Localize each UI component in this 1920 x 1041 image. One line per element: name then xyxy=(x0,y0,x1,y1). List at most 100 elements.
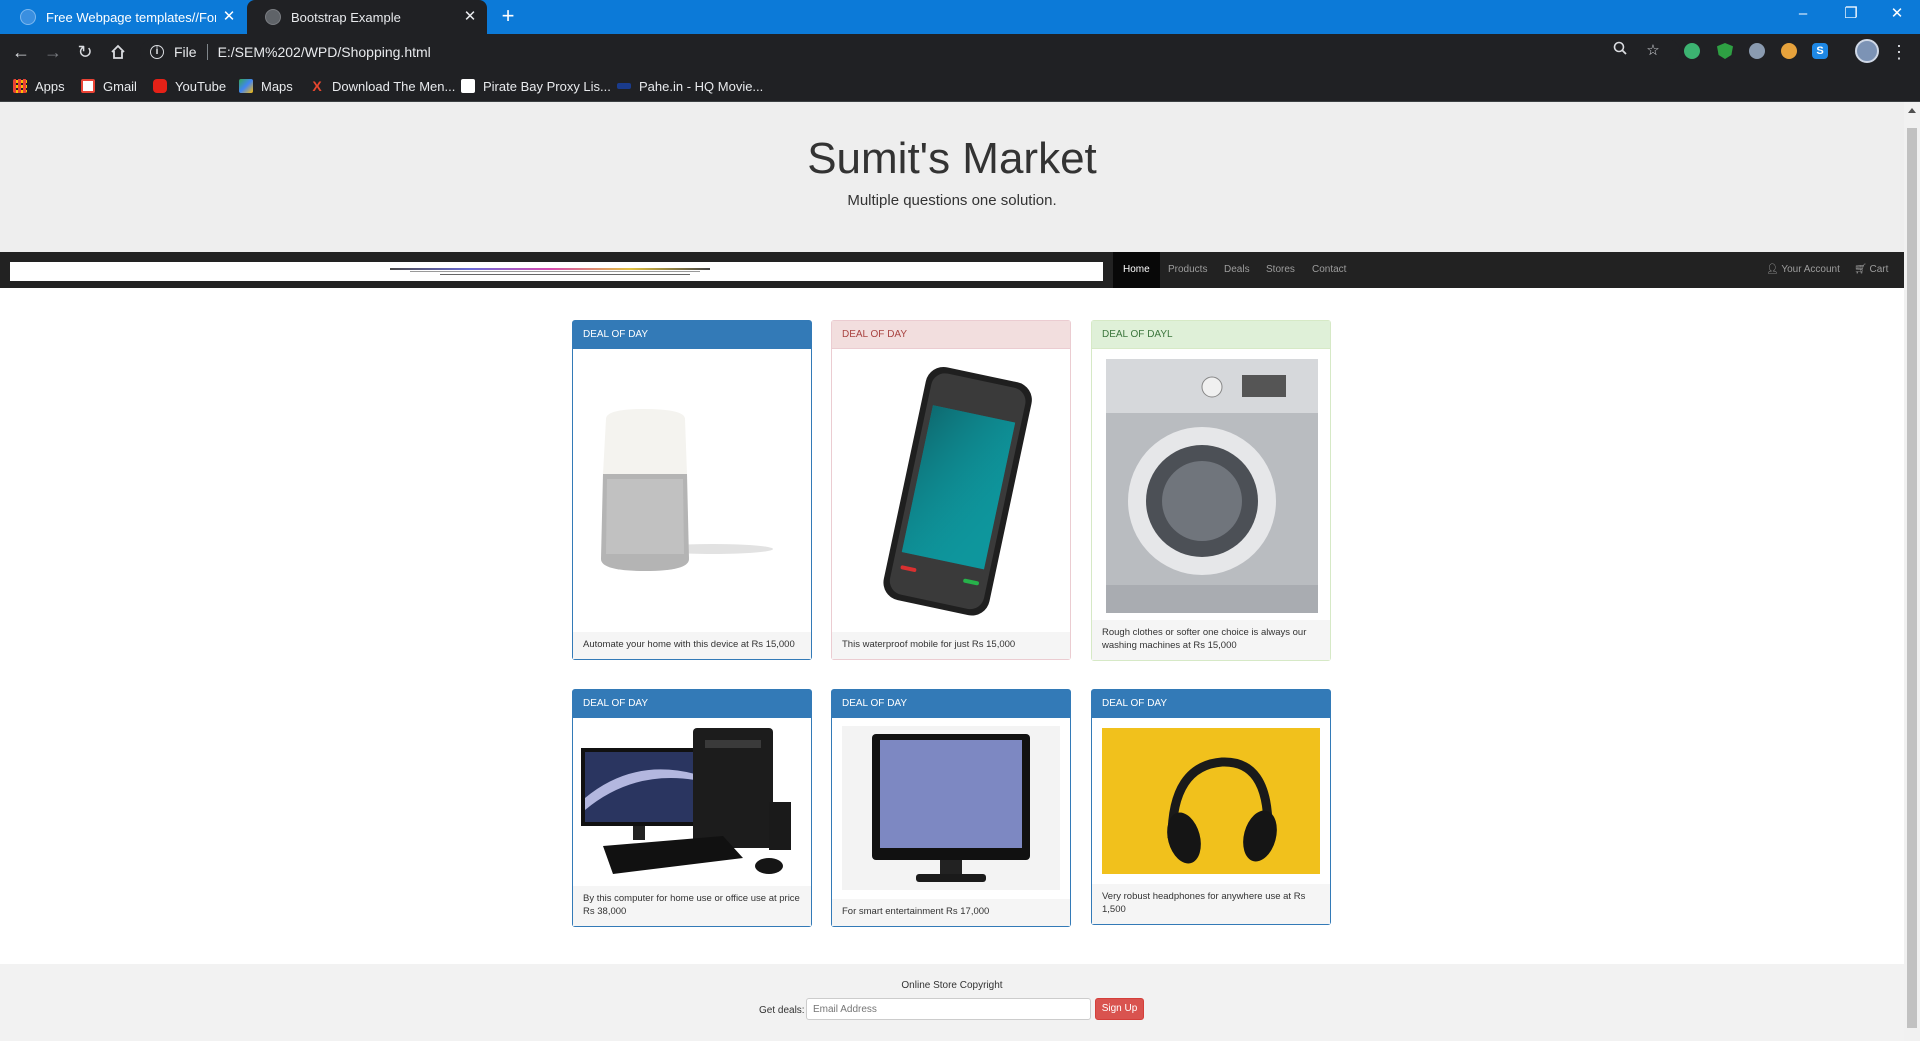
tab-title: Bootstrap Example xyxy=(291,9,401,25)
apps-grid-icon xyxy=(13,79,27,93)
bookmark-gmail[interactable]: Gmail xyxy=(81,77,137,95)
profile-avatar[interactable] xyxy=(1855,39,1879,63)
account-label: Your Account xyxy=(1781,264,1840,275)
back-button[interactable]: ← xyxy=(9,40,33,64)
television-image xyxy=(842,726,1060,890)
product-image xyxy=(573,348,811,634)
s-extension-icon[interactable]: S xyxy=(1812,43,1828,59)
product-image xyxy=(1092,348,1330,622)
email-input[interactable] xyxy=(806,998,1091,1020)
pahe-icon xyxy=(617,83,631,89)
scroll-up-arrow-icon[interactable] xyxy=(1908,108,1916,113)
bookmark-pahe[interactable]: Pahe.in - HQ Movie... xyxy=(617,77,763,95)
product-card[interactable]: DEAL OF DAY For smart entertainment Rs 1… xyxy=(831,689,1071,927)
get-deals-label: Get deals: xyxy=(759,1005,805,1016)
tab-bootstrap-example[interactable]: Bootstrap Example ✕ xyxy=(247,0,487,34)
browser-toolbar: ← → ↻ i File E:/SEM%202/WPD/Shopping.htm… xyxy=(0,34,1920,70)
restore-button[interactable]: ❐ xyxy=(1828,0,1874,30)
card-caption: Automate your home with this device at R… xyxy=(573,632,811,659)
product-card[interactable]: DEAL OF DAY Automate your home with this… xyxy=(572,320,812,660)
pirate-ship-icon xyxy=(461,79,475,93)
card-caption: For smart entertainment Rs 17,000 xyxy=(832,899,1070,926)
card-heading: DEAL OF DAY xyxy=(832,321,1070,348)
divider xyxy=(206,44,208,60)
address-bar[interactable]: i File E:/SEM%202/WPD/Shopping.html xyxy=(140,39,1680,65)
page-footer: Online Store Copyright Get deals: Sign U… xyxy=(0,964,1904,1041)
product-card[interactable]: DEAL OF DAY Very robust headphones for a… xyxy=(1091,689,1331,925)
product-card[interactable]: DEAL OF DAY By this computer for home us… xyxy=(572,689,812,927)
bookmark-label: Apps xyxy=(35,78,65,94)
card-caption: Rough clothes or softer one choice is al… xyxy=(1092,620,1330,660)
smartphone-image xyxy=(883,366,1032,616)
globe-icon xyxy=(265,9,281,25)
card-heading: DEAL OF DAYL xyxy=(1092,321,1330,348)
page-subtitle: Multiple questions one solution. xyxy=(847,192,1057,209)
bookmark-pirate-bay[interactable]: Pirate Bay Proxy Lis... xyxy=(461,77,611,95)
card-caption: This waterproof mobile for just Rs 15,00… xyxy=(832,632,1070,659)
card-heading: DEAL OF DAY xyxy=(573,690,811,717)
nav-home[interactable]: Home xyxy=(1113,252,1160,288)
bookmark-label: Pahe.in - HQ Movie... xyxy=(639,78,764,94)
card-heading: DEAL OF DAY xyxy=(1092,690,1330,717)
nav-cart[interactable]: 🛒︎ Cart xyxy=(1844,252,1898,288)
site-navbar: Home Products Deals Stores Contact 👤︎ Yo… xyxy=(0,252,1904,288)
maps-icon xyxy=(239,79,253,93)
bookmark-youtube[interactable]: YouTube xyxy=(153,77,226,95)
zoom-icon[interactable] xyxy=(1610,41,1630,61)
vertical-scrollbar[interactable] xyxy=(1904,102,1920,1041)
shield-icon[interactable] xyxy=(1717,43,1733,59)
gmail-icon xyxy=(81,79,95,93)
bookmark-label: YouTube xyxy=(175,78,227,94)
extension-icon[interactable] xyxy=(1684,43,1700,59)
product-card[interactable]: DEAL OF DAYL Rough clothes or softer one… xyxy=(1091,320,1331,661)
minimize-button[interactable]: – xyxy=(1780,0,1826,30)
product-image xyxy=(573,717,811,888)
info-icon[interactable]: i xyxy=(150,45,164,59)
close-icon[interactable]: ✕ xyxy=(220,8,238,26)
product-image xyxy=(1092,717,1330,885)
product-image xyxy=(832,348,1070,634)
tab-free-webpage-templates[interactable]: Free Webpage templates//For ec ✕ xyxy=(2,0,246,34)
product-card[interactable]: DEAL OF DAY This waterproof mobile for j… xyxy=(831,320,1071,660)
bookmark-apps[interactable]: Apps xyxy=(13,77,65,95)
home-icon xyxy=(111,44,125,59)
brand-logo[interactable] xyxy=(10,262,1103,281)
user-icon: 👤︎ xyxy=(1766,264,1779,275)
sign-up-button[interactable]: Sign Up xyxy=(1095,998,1144,1020)
youtube-icon xyxy=(153,79,167,93)
cart-label: Cart xyxy=(1869,264,1889,275)
menu-icon[interactable]: ⋮ xyxy=(1890,40,1908,64)
nav-deals[interactable]: Deals xyxy=(1214,252,1260,288)
forward-button[interactable]: → xyxy=(41,40,65,64)
url-text: E:/SEM%202/WPD/Shopping.html xyxy=(217,44,431,60)
nav-products[interactable]: Products xyxy=(1158,252,1217,288)
bookmark-label: Gmail xyxy=(103,78,137,94)
bookmark-label: Maps xyxy=(261,78,293,94)
nav-your-account[interactable]: 👤︎ Your Account xyxy=(1756,252,1850,288)
product-image xyxy=(832,717,1070,901)
close-window-button[interactable]: ✕ xyxy=(1874,0,1920,30)
nav-contact[interactable]: Contact xyxy=(1302,252,1356,288)
x-logo-icon: X xyxy=(312,78,322,94)
page-title: Sumit's Market xyxy=(807,134,1097,183)
copyright-text: Online Store Copyright xyxy=(901,980,1003,991)
headphones-image xyxy=(1102,728,1320,874)
desktop-computer-image xyxy=(581,728,791,874)
washing-machine-image xyxy=(1106,359,1318,613)
tab-title: Free Webpage templates//For ec xyxy=(46,9,216,25)
reload-button[interactable]: ↻ xyxy=(73,40,97,64)
bookmark-label: Download The Men... xyxy=(332,78,456,94)
new-tab-button[interactable]: + xyxy=(496,5,520,29)
home-button[interactable] xyxy=(106,40,130,64)
nav-stores[interactable]: Stores xyxy=(1256,252,1305,288)
scrollbar-thumb[interactable] xyxy=(1907,128,1917,1028)
close-icon[interactable]: ✕ xyxy=(461,8,479,26)
cookie-icon[interactable] xyxy=(1781,43,1797,59)
bookmark-star-icon[interactable]: ☆ xyxy=(1643,41,1663,61)
smart-speaker-image xyxy=(601,409,773,571)
bookmark-maps[interactable]: Maps xyxy=(239,77,293,95)
bookmark-download[interactable]: X Download The Men... xyxy=(310,77,455,95)
extension-icon[interactable] xyxy=(1749,43,1765,59)
card-heading: DEAL OF DAY xyxy=(573,321,811,348)
jumbotron: Sumit's Market Multiple questions one so… xyxy=(0,102,1904,252)
